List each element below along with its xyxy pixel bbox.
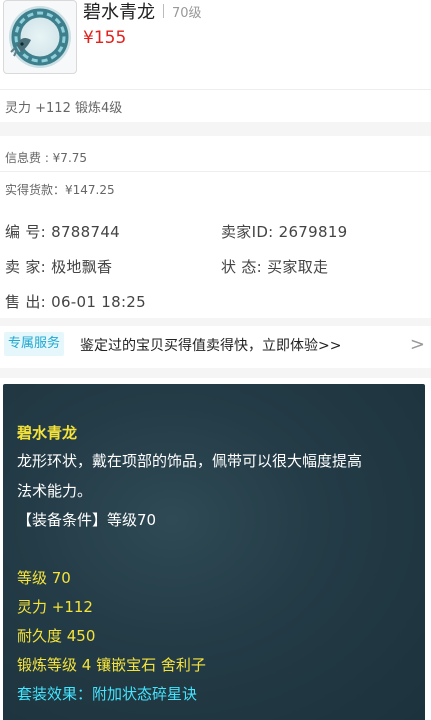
- serial-number: 编 号: 8788744: [5, 221, 120, 242]
- item-description-panel: 碧水青龙 龙形环状，戴在项部的饰品，佩带可以很大幅度提高 法术能力。 【装备条件…: [3, 384, 425, 720]
- detail-stat-durability: 耐久度 450: [17, 627, 96, 645]
- attribute-summary: 灵力 +112 锻炼4级: [5, 101, 123, 116]
- status-label: 状 态:: [221, 258, 263, 276]
- divider: [0, 171, 431, 172]
- item-header: 碧水青龙 70级 ¥155: [0, 0, 431, 88]
- detail-item-name: 碧水青龙: [17, 424, 78, 442]
- seller: 卖 家: 极地飘香: [5, 256, 112, 277]
- detail-stat-forge: 锻炼等级 4 镶嵌宝石 舍利子: [17, 656, 206, 674]
- divider: [0, 89, 431, 90]
- status: 状 态: 买家取走: [221, 256, 328, 277]
- title-separator: [163, 4, 164, 18]
- jade-dragon-ring-icon: [9, 6, 71, 68]
- seller-id-value: 2679819: [278, 223, 348, 241]
- info-fee: 信息费 : ¥7.75: [5, 151, 88, 165]
- section-gap: [0, 368, 431, 378]
- item-price: ¥155: [83, 28, 127, 48]
- sold-value: 06-01 18:25: [51, 293, 146, 311]
- chevron-right-icon[interactable]: >: [410, 334, 425, 355]
- detail-requirement: 【装备条件】等级70: [17, 511, 157, 529]
- item-level: 70级: [172, 5, 202, 21]
- exclusive-service-bar[interactable]: 专属服务 鉴定过的宝贝买得值卖得快，立即体验>> >: [0, 328, 431, 364]
- status-value: 买家取走: [267, 258, 329, 276]
- detail-set-effect: 套装效果：附加状态碎星诀: [17, 685, 198, 703]
- item-detail-page: 碧水青龙 70级 ¥155 灵力 +112 锻炼4级 信息费 : ¥7.75 实…: [0, 0, 431, 720]
- service-text[interactable]: 鉴定过的宝贝买得值卖得快，立即体验>>: [80, 335, 341, 355]
- title-row: 碧水青龙 70级: [83, 0, 202, 24]
- seller-id: 卖家ID: 2679819: [221, 221, 348, 242]
- sold-time: 售 出: 06-01 18:25: [5, 291, 146, 312]
- serial-value: 8788744: [51, 223, 121, 241]
- detail-stat-spirit: 灵力 +112: [17, 598, 93, 616]
- seller-value[interactable]: 极地飘香: [51, 258, 112, 276]
- item-title: 碧水青龙: [83, 2, 155, 23]
- item-thumbnail[interactable]: [3, 0, 77, 74]
- seller-label: 卖 家:: [5, 258, 47, 276]
- section-gap: [0, 318, 431, 326]
- service-tag: 专属服务: [4, 332, 65, 356]
- sold-label: 售 出:: [5, 293, 47, 311]
- serial-label: 编 号:: [5, 223, 47, 241]
- detail-stat-level: 等级 70: [17, 569, 71, 587]
- detail-description-line1: 龙形环状，戴在项部的饰品，佩带可以很大幅度提高: [17, 452, 363, 470]
- seller-id-label: 卖家ID:: [221, 223, 274, 241]
- detail-description-line2: 法术能力。: [17, 482, 93, 500]
- net-payment: 实得货款：¥147.25: [5, 183, 115, 197]
- section-gap: [0, 122, 431, 136]
